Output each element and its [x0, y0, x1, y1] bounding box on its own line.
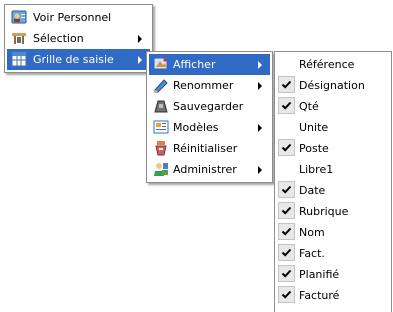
menu-item-nom[interactable]: Nom [277, 222, 389, 243]
menu-item-administrer[interactable]: Administrer [149, 159, 270, 180]
submenu-arrow-icon [258, 124, 262, 132]
menu-item-label: Rubrique [299, 205, 349, 218]
person-card-icon [11, 10, 27, 24]
menu-item-label: Voir Personnel [33, 11, 112, 24]
menu-item-label: Renommer [173, 79, 234, 92]
menu-item-designation[interactable]: Désignation [277, 75, 389, 96]
menu-item-label: Fact. [299, 247, 325, 260]
menu-item-label: Afficher [173, 58, 216, 71]
menu-item-grille-de-saisie[interactable]: Grille de saisie [7, 49, 150, 70]
menu-item-modeles[interactable]: Modèles [149, 117, 270, 138]
menu-item-poste[interactable]: Poste [277, 138, 389, 159]
menu-item-afficher[interactable]: Afficher [149, 54, 270, 75]
menu-item-libre1[interactable]: Libre1 [277, 159, 389, 180]
checkmark-icon [278, 139, 295, 156]
selection-icon [12, 33, 26, 44]
menu-item-label: Facturé [299, 289, 340, 302]
save-icon [154, 100, 168, 113]
menu-item-label: Réinitialiser [173, 142, 238, 155]
menu-item-label: Désignation [299, 79, 365, 92]
submenu-arrow-icon [258, 82, 262, 90]
checkmark-icon [278, 286, 295, 303]
menu-item-unite[interactable]: Unite [277, 117, 389, 138]
checkmark-icon [278, 97, 295, 114]
checkmark-icon [278, 223, 295, 240]
context-menu: Voir Personnel Sélection Grille de saisi… [4, 4, 153, 73]
menu-item-label: Modèles [173, 121, 219, 134]
display-icon [153, 57, 168, 70]
menu-item-label: Grille de saisie [33, 53, 114, 66]
menu-item-label: Sauvegarder [173, 100, 244, 113]
menu-item-date[interactable]: Date [277, 180, 389, 201]
menu-item-qte[interactable]: Qté [277, 96, 389, 117]
menu-item-label: Nom [299, 226, 325, 239]
menu-item-label: Planifié [299, 268, 340, 281]
menu-item-rubrique[interactable]: Rubrique [277, 201, 389, 222]
menu-item-planifie[interactable]: Planifié [277, 264, 389, 285]
afficher-submenu: Référence Désignation Qté Unite Poste Li… [274, 51, 392, 312]
menu-item-reference[interactable]: Référence [277, 54, 389, 75]
menu-item-fact[interactable]: Fact. [277, 243, 389, 264]
templates-icon [153, 120, 169, 134]
grille-submenu: Afficher Renommer Sauvegarder Modèles Ré… [146, 51, 273, 183]
checkmark-icon [278, 202, 295, 219]
submenu-arrow-icon [258, 166, 262, 174]
checkmark-icon [278, 244, 295, 261]
menu-item-label: Référence [299, 58, 355, 71]
rename-icon [154, 79, 168, 93]
menu-item-label: Sélection [33, 32, 84, 45]
menu-item-renommer[interactable]: Renommer [149, 75, 270, 96]
submenu-arrow-icon [138, 56, 142, 64]
menu-item-reinitialiser[interactable]: Réinitialiser [149, 138, 270, 159]
admin-icon [154, 163, 168, 176]
menu-item-label: Administrer [173, 163, 237, 176]
menu-item-facture[interactable]: Facturé [277, 285, 389, 306]
menu-item-label: Unite [299, 121, 329, 134]
menu-item-label: Poste [299, 142, 329, 155]
grid-icon [11, 51, 27, 67]
menu-item-selection[interactable]: Sélection [7, 28, 150, 49]
submenu-arrow-icon [138, 35, 142, 43]
checkmark-icon [278, 265, 295, 282]
checkmark-icon [278, 181, 295, 198]
menu-item-label: Qté [299, 100, 319, 113]
submenu-arrow-icon [258, 61, 262, 69]
menu-item-label: Libre1 [299, 163, 334, 176]
menu-item-sauvegarder[interactable]: Sauvegarder [149, 96, 270, 117]
menu-item-voir-personnel[interactable]: Voir Personnel [7, 7, 150, 28]
reset-icon [155, 141, 167, 156]
menu-item-label: Date [299, 184, 326, 197]
checkmark-icon [278, 76, 295, 93]
